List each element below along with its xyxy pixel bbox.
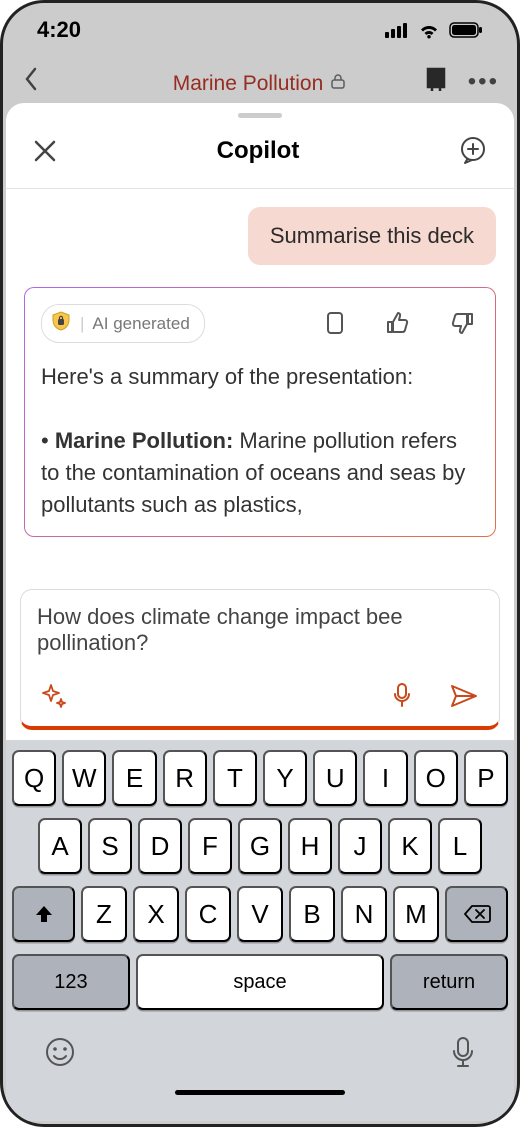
ai-bullet-title: Marine Pollution:	[55, 428, 233, 453]
shift-icon	[33, 903, 55, 925]
cellular-icon	[385, 22, 409, 38]
ai-bullet: • Marine Pollution: Marine pollution ref…	[41, 425, 479, 521]
key-h[interactable]: H	[288, 818, 332, 874]
key-b[interactable]: B	[289, 886, 335, 942]
key-c[interactable]: C	[185, 886, 231, 942]
keyboard-row-4: 123 space return	[12, 954, 508, 1010]
key-m[interactable]: M	[393, 886, 439, 942]
status-time: 4:20	[37, 17, 81, 43]
ai-summary-intro: Here's a summary of the presentation:	[41, 361, 479, 393]
background-app-actions: •••	[422, 65, 499, 99]
key-o[interactable]: O	[414, 750, 458, 806]
backspace-icon	[463, 904, 491, 924]
dictation-key[interactable]	[446, 1032, 480, 1074]
keyboard-row-1: Q W E R T Y U I O P	[12, 750, 508, 806]
numbers-key[interactable]: 123	[12, 954, 130, 1010]
ai-response-card: | AI generated	[24, 287, 496, 537]
status-right	[385, 21, 483, 39]
ai-generated-badge: | AI generated	[41, 304, 205, 343]
sheet-grabber[interactable]	[238, 113, 282, 118]
input-card[interactable]: How does climate change impact bee polli…	[20, 589, 500, 730]
thumbs-up-icon	[385, 310, 411, 336]
key-l[interactable]: L	[438, 818, 482, 874]
key-s[interactable]: S	[88, 818, 132, 874]
battery-icon	[449, 22, 483, 38]
emoji-icon	[44, 1036, 76, 1068]
key-r[interactable]: R	[163, 750, 207, 806]
backspace-key[interactable]	[445, 886, 508, 942]
message-input[interactable]: How does climate change impact bee polli…	[37, 604, 483, 668]
copy-icon	[323, 310, 347, 338]
thumbs-down-button[interactable]	[445, 306, 479, 342]
chat-area: Summarise this deck | AI generated	[6, 189, 514, 583]
key-y[interactable]: Y	[263, 750, 307, 806]
key-x[interactable]: X	[133, 886, 179, 942]
thumbs-down-icon	[449, 310, 475, 336]
send-icon	[449, 683, 479, 709]
key-z[interactable]: Z	[81, 886, 127, 942]
ai-badge-label: AI generated	[92, 314, 189, 334]
new-chat-button[interactable]	[454, 132, 492, 170]
key-p[interactable]: P	[464, 750, 508, 806]
copy-button[interactable]	[319, 306, 351, 342]
return-key[interactable]: return	[390, 954, 508, 1010]
key-e[interactable]: E	[112, 750, 156, 806]
sheet-title: Copilot	[217, 137, 300, 165]
key-j[interactable]: J	[338, 818, 382, 874]
key-d[interactable]: D	[138, 818, 182, 874]
background-app: 4:20 Marine Pollution	[3, 3, 517, 111]
keyboard-bottom-row	[12, 1022, 508, 1074]
more-icon: •••	[468, 68, 499, 96]
lock-icon	[329, 72, 347, 96]
ios-keyboard: Q W E R T Y U I O P A S D F G H J K L	[6, 740, 514, 1121]
key-n[interactable]: N	[341, 886, 387, 942]
present-icon	[422, 65, 450, 99]
shift-key[interactable]	[12, 886, 75, 942]
key-i[interactable]: I	[363, 750, 407, 806]
input-area: How does climate change impact bee polli…	[6, 583, 514, 730]
keyboard-row-2: A S D F G H J K L	[12, 818, 508, 874]
space-key[interactable]: space	[136, 954, 384, 1010]
send-button[interactable]	[445, 679, 483, 713]
sparkle-icon	[41, 683, 67, 709]
emoji-key[interactable]	[40, 1032, 80, 1074]
key-a[interactable]: A	[38, 818, 82, 874]
background-app-title: Marine Pollution	[173, 72, 324, 96]
key-f[interactable]: F	[188, 818, 232, 874]
key-v[interactable]: V	[237, 886, 283, 942]
key-k[interactable]: K	[388, 818, 432, 874]
keyboard-row-3: Z X C V B N M	[12, 886, 508, 942]
mic-icon	[450, 1036, 476, 1070]
status-bar: 4:20	[3, 3, 517, 57]
copilot-sheet: Copilot Summarise this deck | AI generat…	[6, 103, 514, 1121]
key-u[interactable]: U	[313, 750, 357, 806]
back-chevron-icon	[21, 65, 41, 99]
mic-button[interactable]	[387, 678, 417, 714]
close-icon	[32, 138, 58, 164]
sheet-header: Copilot	[6, 122, 514, 189]
key-q[interactable]: Q	[12, 750, 56, 806]
user-message: Summarise this deck	[248, 207, 496, 265]
thumbs-up-button[interactable]	[381, 306, 415, 342]
sparkle-button[interactable]	[37, 679, 71, 713]
key-t[interactable]: T	[213, 750, 257, 806]
ai-response-body: Here's a summary of the presentation: • …	[41, 361, 479, 520]
home-indicator[interactable]	[175, 1090, 345, 1095]
mic-icon	[391, 682, 413, 710]
plus-bubble-icon	[458, 136, 488, 166]
phone-frame: 4:20 Marine Pollution	[0, 0, 520, 1127]
wifi-icon	[417, 21, 441, 39]
shield-lock-icon	[50, 310, 72, 337]
key-w[interactable]: W	[62, 750, 106, 806]
close-button[interactable]	[28, 134, 62, 168]
key-g[interactable]: G	[238, 818, 282, 874]
